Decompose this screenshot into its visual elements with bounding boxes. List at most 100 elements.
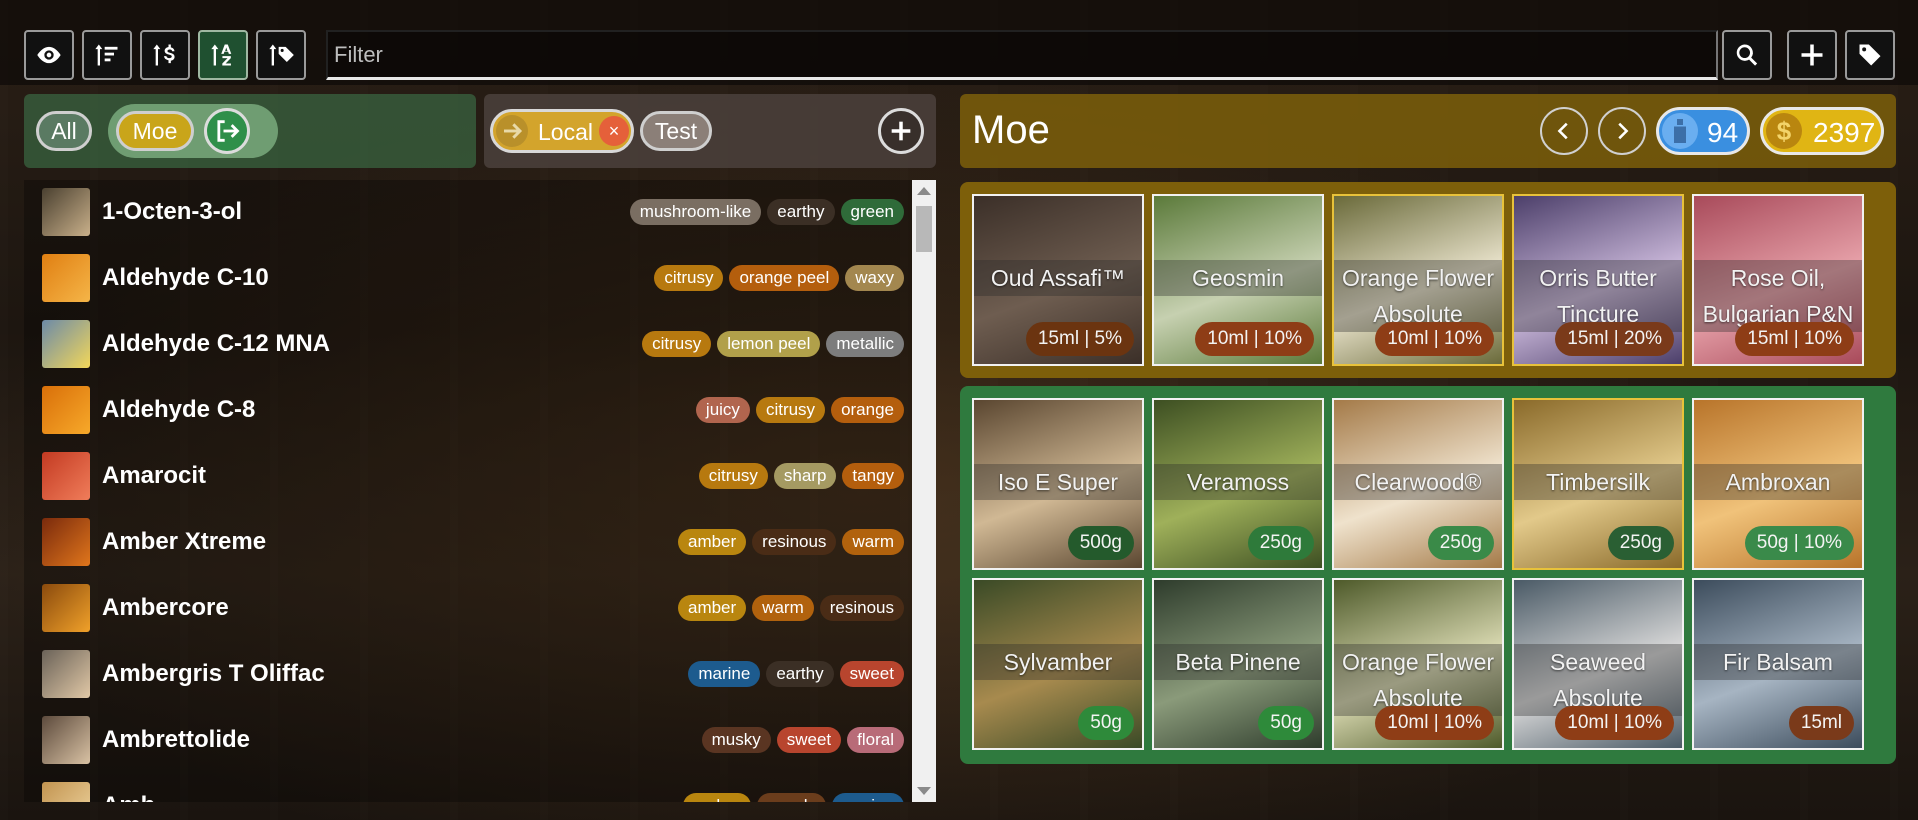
tag-marine[interactable]: marine <box>688 661 761 687</box>
sort-alphabetical-button[interactable] <box>198 30 248 80</box>
material-card[interactable]: Iso E Super 500g <box>972 398 1144 570</box>
material-card[interactable]: Orange Flower Absolute 10ml | 10% <box>1332 578 1504 750</box>
material-card[interactable]: Orange Flower Absolute 10ml | 10% <box>1332 194 1504 366</box>
list-scrollbar[interactable] <box>912 180 936 802</box>
logout-button[interactable] <box>204 108 250 154</box>
scrollbar-thumb[interactable] <box>916 206 932 252</box>
material-tags: juicy citrusy orange <box>695 397 904 423</box>
tag-lemon-peel[interactable]: lemon peel <box>717 331 821 357</box>
material-card[interactable]: Seaweed Absolute 10ml | 10% <box>1512 578 1684 750</box>
tag-amber[interactable]: amber <box>677 529 747 555</box>
sort-by-amount-button[interactable] <box>82 30 132 80</box>
material-list: 1-Octen-3-ol mushroom-like earthy green Alde… <box>24 180 936 802</box>
list-item[interactable]: Aldehyde C-12 MNA citrusy lemon peel metall… <box>24 312 914 378</box>
tag-mushroom-like[interactable]: mushroom-like <box>629 199 762 225</box>
dollar-coin-icon: $ <box>1766 113 1802 149</box>
tag-green[interactable]: green <box>840 199 904 225</box>
card-name: Veramoss <box>1154 464 1322 500</box>
list-item[interactable]: Ambrettolide musky sweet floral <box>24 708 914 774</box>
tag-sweet[interactable]: sweet <box>839 661 904 687</box>
eye-icon <box>37 46 61 64</box>
tag-orange[interactable]: orange <box>831 397 904 423</box>
material-card[interactable]: Veramoss 250g <box>1152 398 1324 570</box>
tag-warm[interactable]: warm <box>842 529 904 555</box>
tag-musky[interactable]: musky <box>701 727 771 753</box>
toggle-visibility-button[interactable] <box>24 30 74 80</box>
profile-all-pill[interactable]: All <box>36 111 92 151</box>
bottles-counter: 94 <box>1656 107 1750 155</box>
arrow-right-circle-icon <box>496 115 528 147</box>
list-item[interactable]: Amb... amber woody marine <box>24 774 914 802</box>
scroll-up-icon[interactable] <box>917 187 931 195</box>
tag-resinous[interactable]: resinous <box>752 529 837 555</box>
list-item[interactable]: Aldehyde C-8 juicy citrusy orange <box>24 378 914 444</box>
inventory-test-pill[interactable]: Test <box>640 111 712 151</box>
material-card[interactable]: Geosmin 10ml | 10% <box>1152 194 1324 366</box>
previous-button[interactable] <box>1540 107 1588 155</box>
tag-floral[interactable]: floral <box>847 727 904 753</box>
material-tags: citrusy lemon peel metallic <box>642 331 904 357</box>
plus-icon <box>891 121 911 141</box>
tag-earthy[interactable]: earthy <box>767 199 835 225</box>
list-item[interactable]: 1-Octen-3-ol mushroom-like earthy green <box>24 180 914 246</box>
add-material-button[interactable] <box>1787 30 1837 80</box>
filter-input[interactable] <box>326 30 1718 80</box>
material-card[interactable]: Ambroxan 50g | 10% <box>1692 398 1864 570</box>
material-card[interactable]: Fir Balsam 15ml <box>1692 578 1864 750</box>
scroll-down-icon[interactable] <box>917 787 931 795</box>
list-item[interactable]: Aldehyde C-10 citrusy orange peel waxy <box>24 246 914 312</box>
tag-woody[interactable]: woody <box>756 793 827 802</box>
list-item[interactable]: Ambercore amber warm resinous <box>24 576 914 642</box>
material-name: Amber Xtreme <box>102 528 267 555</box>
tag-citrusy[interactable]: citrusy <box>654 265 724 291</box>
owned-group: Iso E Super 500g Veramoss 250g Clearwood® 250… <box>960 386 1896 764</box>
tag-citrusy[interactable]: citrusy <box>698 463 768 489</box>
tag-earthy[interactable]: earthy <box>766 661 834 687</box>
tag-tangy[interactable]: tangy <box>842 463 904 489</box>
next-button[interactable] <box>1598 107 1646 155</box>
tag-warm[interactable]: warm <box>752 595 814 621</box>
amount-badge: 10ml | 10% <box>1375 322 1494 356</box>
add-inventory-button[interactable] <box>878 108 924 154</box>
material-tags: citrusy orange peel waxy <box>654 265 904 291</box>
material-card[interactable]: Orris Butter Tincture 15ml | 20% <box>1512 194 1684 366</box>
manage-tags-button[interactable] <box>1845 30 1895 80</box>
material-thumbnail <box>42 452 90 500</box>
profile-current-pill[interactable]: Moe <box>116 111 194 151</box>
amount-badge: 50g <box>1258 706 1314 740</box>
tag-sweet[interactable]: sweet <box>776 727 842 753</box>
tag-marine[interactable]: marine <box>832 793 904 802</box>
material-tags: musky sweet floral <box>701 727 904 753</box>
material-card[interactable]: Clearwood® 250g <box>1332 398 1504 570</box>
tag-icon <box>1859 44 1881 66</box>
material-card[interactable]: Timbersilk 250g <box>1512 398 1684 570</box>
tag-citrusy[interactable]: citrusy <box>755 397 826 423</box>
tag-citrusy[interactable]: citrusy <box>642 331 712 357</box>
amount-badge: 15ml <box>1788 706 1854 740</box>
material-tags: mushroom-like earthy green <box>629 199 904 225</box>
tag-juicy[interactable]: juicy <box>695 397 750 423</box>
tag-amber[interactable]: amber <box>682 793 751 802</box>
material-name: 1-Octen-3-ol <box>102 198 243 225</box>
list-item[interactable]: Amber Xtreme amber resinous warm <box>24 510 914 576</box>
material-name: Aldehyde C-8 <box>102 396 256 423</box>
list-item[interactable]: Amarocit citrusy sharp tangy <box>24 444 914 510</box>
tag-sharp[interactable]: sharp <box>773 463 837 489</box>
close-icon[interactable]: × <box>599 116 629 146</box>
tag-waxy[interactable]: waxy <box>845 265 904 291</box>
material-card[interactable]: Beta Pinene 50g <box>1152 578 1324 750</box>
list-item[interactable]: Ambergris T Oliffac marine earthy sweet <box>24 642 914 708</box>
tag-orange-peel[interactable]: orange peel <box>729 265 840 291</box>
material-card[interactable]: Rose Oil, Bulgarian P&N 15ml | 10% <box>1692 194 1864 366</box>
sort-by-price-button[interactable] <box>140 30 190 80</box>
tag-resinous[interactable]: resinous <box>819 595 904 621</box>
plus-icon <box>1801 44 1823 66</box>
tag-amber[interactable]: amber <box>677 595 747 621</box>
material-card[interactable]: Sylvamber 50g <box>972 578 1144 750</box>
sort-by-tag-button[interactable] <box>256 30 306 80</box>
inventory-local-pill[interactable]: Local × <box>490 109 634 153</box>
sort-price-icon <box>153 44 175 66</box>
tag-metallic[interactable]: metallic <box>826 331 904 357</box>
search-button[interactable] <box>1722 30 1772 80</box>
material-card[interactable]: Oud Assafi™ 15ml | 5% <box>972 194 1144 366</box>
